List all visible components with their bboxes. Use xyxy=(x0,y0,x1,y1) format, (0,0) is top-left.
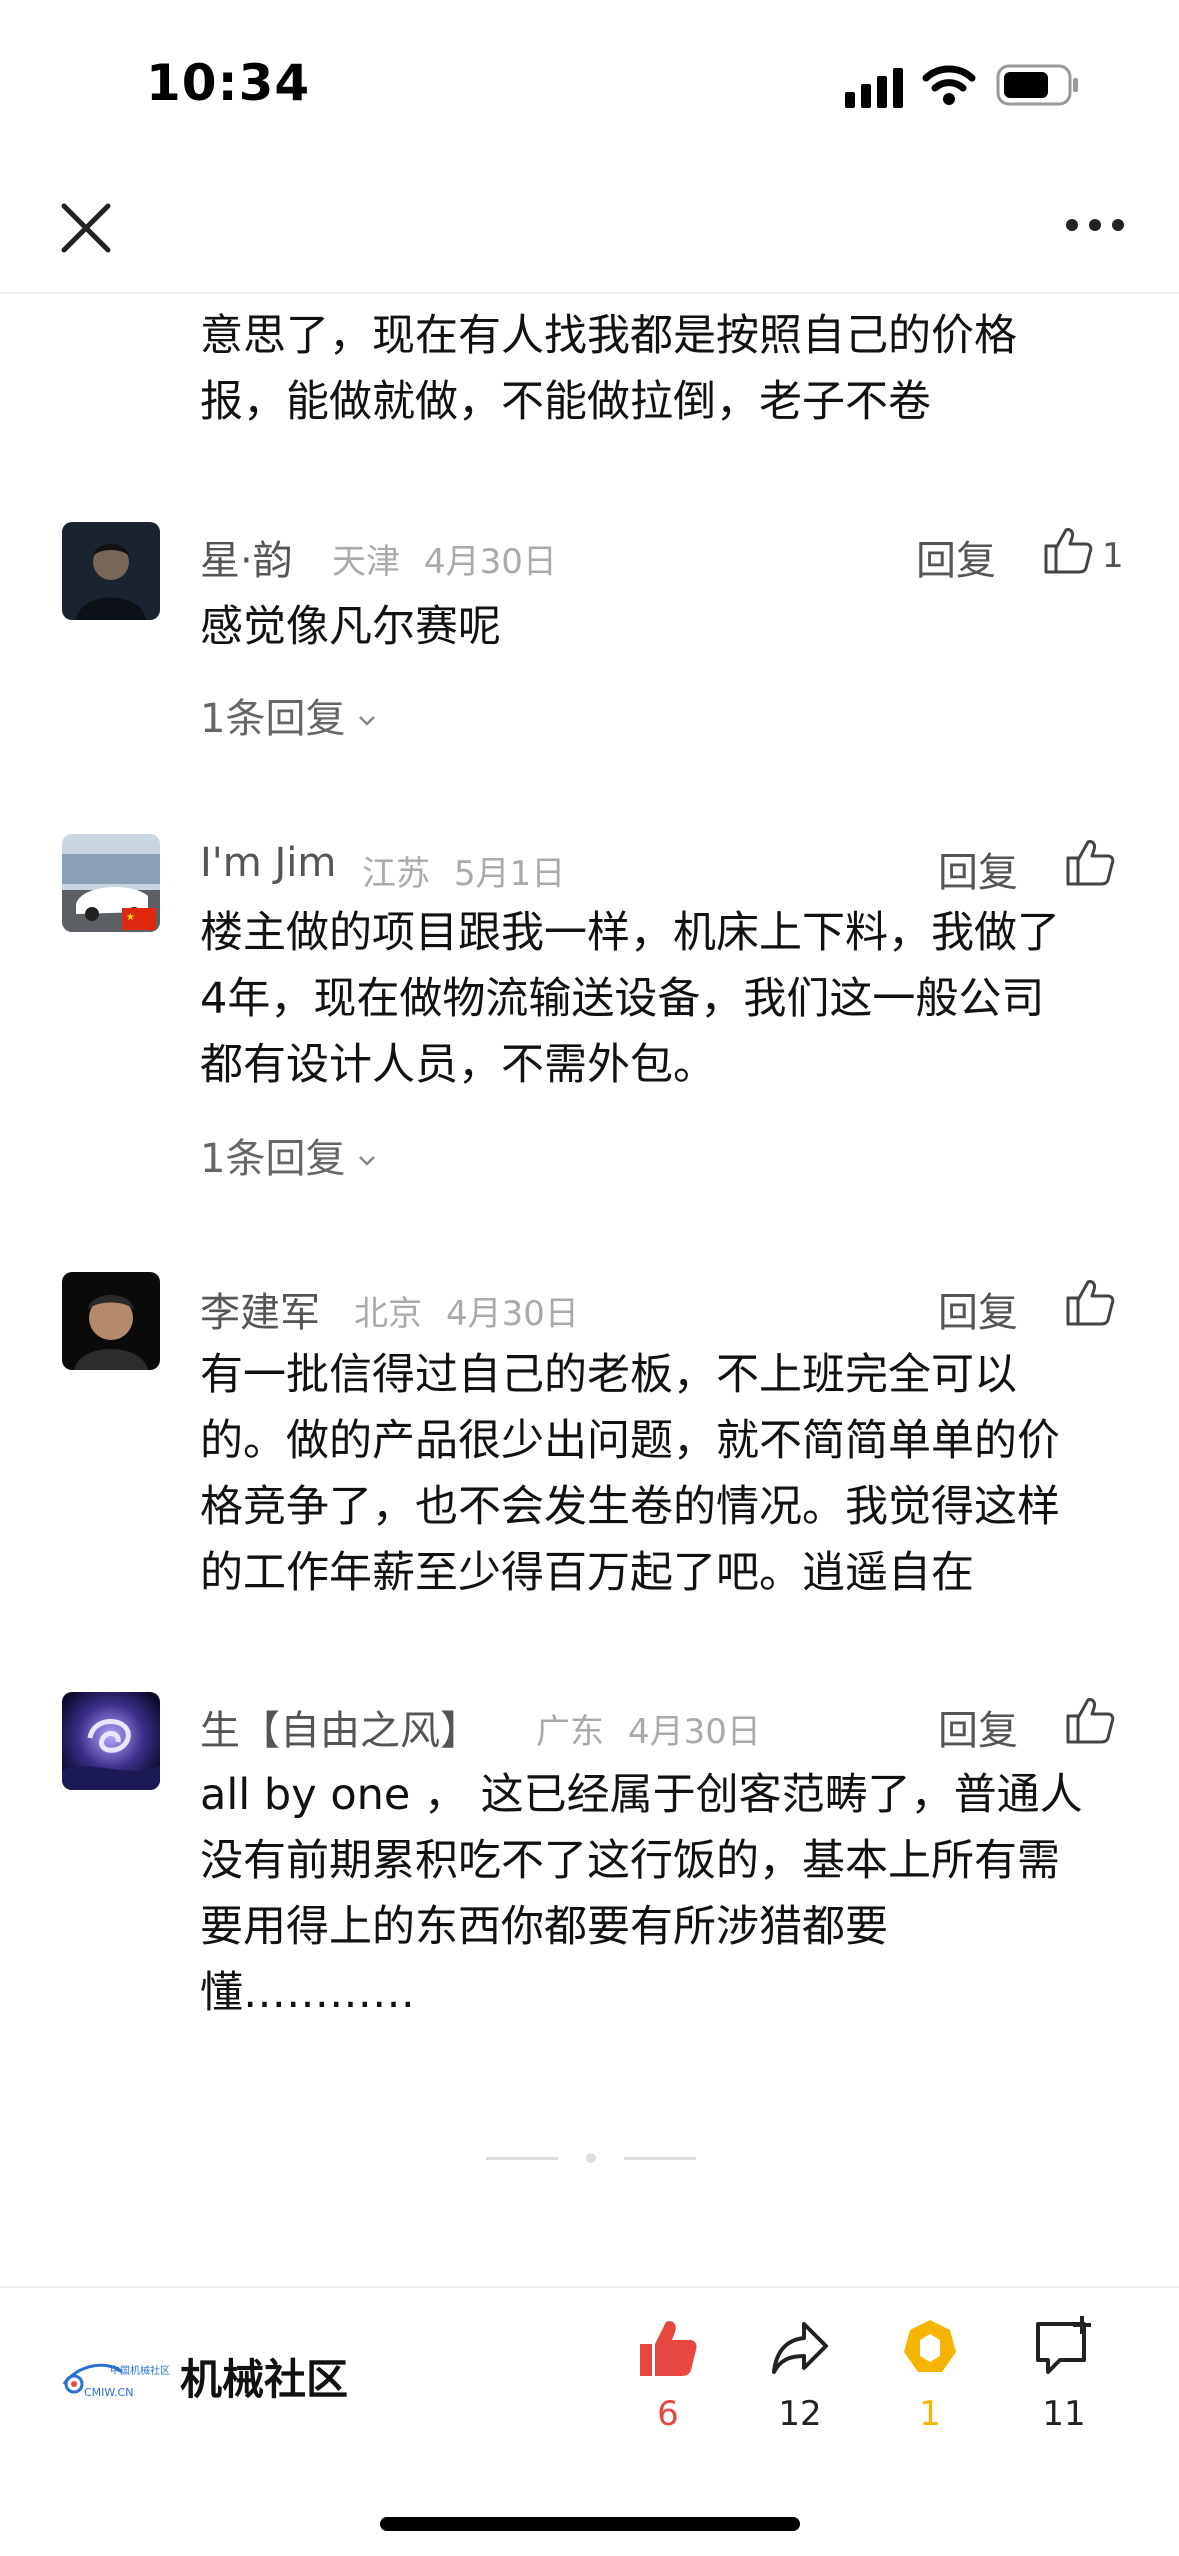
comment-text-partial: 意思了，现在有人找我都是按照自己的价格 报，能做就做，不能做拉倒，老子不卷 xyxy=(200,303,1017,435)
like-count: 6 xyxy=(657,2394,679,2434)
reply-button[interactable]: 回复 xyxy=(916,528,996,586)
thumbs-up-icon[interactable] xyxy=(1064,1694,1116,1746)
avatar[interactable] xyxy=(62,1272,160,1370)
svg-text:★: ★ xyxy=(126,912,135,923)
thumbs-up-filled-icon[interactable] xyxy=(636,2316,700,2380)
wifi-icon xyxy=(922,65,976,105)
comment-location: 天津 xyxy=(332,542,400,582)
comment-username[interactable]: 生【自由之风】 xyxy=(200,1698,480,1756)
avatar[interactable] xyxy=(62,1692,160,1790)
view-replies-button[interactable]: 1条回复 xyxy=(200,686,377,744)
comment-date: 4月30日 xyxy=(424,542,557,582)
view-replies-label: 1条回复 xyxy=(200,1136,346,1182)
thumbs-up-icon[interactable] xyxy=(1064,1276,1116,1328)
comment-text: 有一批信得过自己的老板，不上班完全可以 的。做的产品很少出问题，就不简简单单的价… xyxy=(200,1342,1060,1606)
comment-username[interactable]: 李建军 xyxy=(200,1280,320,1338)
page-indicator xyxy=(486,2153,696,2163)
comment-text: all by one ， 这已经属于创客范畴了，普通人 没有前期累积吃不了这行饭… xyxy=(200,1762,1083,2026)
close-icon[interactable] xyxy=(56,198,116,258)
avatar[interactable] xyxy=(62,522,160,620)
comment-location: 北京 xyxy=(354,1294,422,1334)
comment-line: 懂………… xyxy=(200,1968,415,2018)
home-indicator xyxy=(380,2517,800,2531)
add-comment-icon[interactable] xyxy=(1032,2316,1096,2380)
share-icon[interactable] xyxy=(768,2316,832,2380)
view-replies-label: 1条回复 xyxy=(200,696,346,742)
comment-username[interactable]: I'm Jim xyxy=(200,840,336,886)
community-name[interactable]: 机械社区 xyxy=(180,2346,348,2407)
comment-date: 5月1日 xyxy=(454,854,566,894)
comment-count: 11 xyxy=(1042,2394,1086,2434)
comment-line: 有一批信得过自己的老板，不上班完全可以 xyxy=(200,1350,1017,1400)
comment-line: 格竞争了，也不会发生卷的情况。我觉得这样 xyxy=(200,1482,1060,1532)
reply-button[interactable]: 回复 xyxy=(938,1698,1018,1756)
avatar[interactable]: ★ xyxy=(62,834,160,932)
comment-date: 4月30日 xyxy=(628,1712,761,1752)
cellular-signal-icon xyxy=(845,68,903,108)
thumbs-up-icon[interactable] xyxy=(1042,524,1094,576)
comment-line: 楼主做的项目跟我一样，机床上下料，我做了 xyxy=(200,908,1060,958)
comment-text: 楼主做的项目跟我一样，机床上下料，我做了 4年，现在做物流输送设备，我们这一般公… xyxy=(200,900,1060,1098)
comment-date: 4月30日 xyxy=(446,1294,579,1334)
comment-line: 都有设计人员，不需外包。 xyxy=(200,1040,716,1090)
like-count: 1 xyxy=(1102,536,1124,576)
comment-line: all by one ， 这已经属于创客范畴了，普通人 xyxy=(200,1770,1083,1820)
comment-line: 报，能做就做，不能做拉倒，老子不卷 xyxy=(200,377,931,427)
comment-text: 感觉像凡尔赛呢 xyxy=(200,594,501,660)
comment-location: 广东 xyxy=(536,1712,604,1752)
status-time: 10:34 xyxy=(146,54,311,112)
chevron-down-icon xyxy=(359,716,376,726)
comment-line: 感觉像凡尔赛呢 xyxy=(200,602,501,652)
comment-line: 没有前期累积吃不了这行饭的，基本上所有需 xyxy=(200,1836,1060,1886)
svg-text:CMIW.CN: CMIW.CN xyxy=(84,2386,133,2399)
comment-line: 要用得上的东西你都要有所涉猎都要 xyxy=(200,1902,888,1952)
coin-icon[interactable] xyxy=(898,2316,962,2380)
chevron-down-icon xyxy=(359,1156,376,1166)
reply-button[interactable]: 回复 xyxy=(938,840,1018,898)
reply-button[interactable]: 回复 xyxy=(938,1280,1018,1338)
comment-location: 江苏 xyxy=(362,854,430,894)
comment-line: 的。做的产品很少出问题，就不简简单单的价 xyxy=(200,1416,1060,1466)
svg-text:中国机械社区: 中国机械社区 xyxy=(110,2364,170,2377)
coin-count: 1 xyxy=(919,2394,941,2434)
share-count: 12 xyxy=(778,2394,822,2434)
comment-username[interactable]: 星·韵 xyxy=(200,528,293,586)
community-logo[interactable]: 中国机械社区 CMIW.CN xyxy=(60,2350,172,2402)
thumbs-up-icon[interactable] xyxy=(1064,836,1116,888)
more-icon[interactable] xyxy=(1060,200,1130,250)
bottom-bar-divider xyxy=(0,2286,1179,2288)
comment-line: 意思了，现在有人找我都是按照自己的价格 xyxy=(200,311,1017,361)
view-replies-button[interactable]: 1条回复 xyxy=(200,1126,377,1184)
battery-icon xyxy=(996,64,1078,106)
nav-divider xyxy=(0,292,1179,294)
comment-line: 的工作年薪至少得百万起了吧。逍遥自在 xyxy=(200,1548,974,1598)
comment-line: 4年，现在做物流输送设备，我们这一般公司 xyxy=(200,974,1045,1024)
